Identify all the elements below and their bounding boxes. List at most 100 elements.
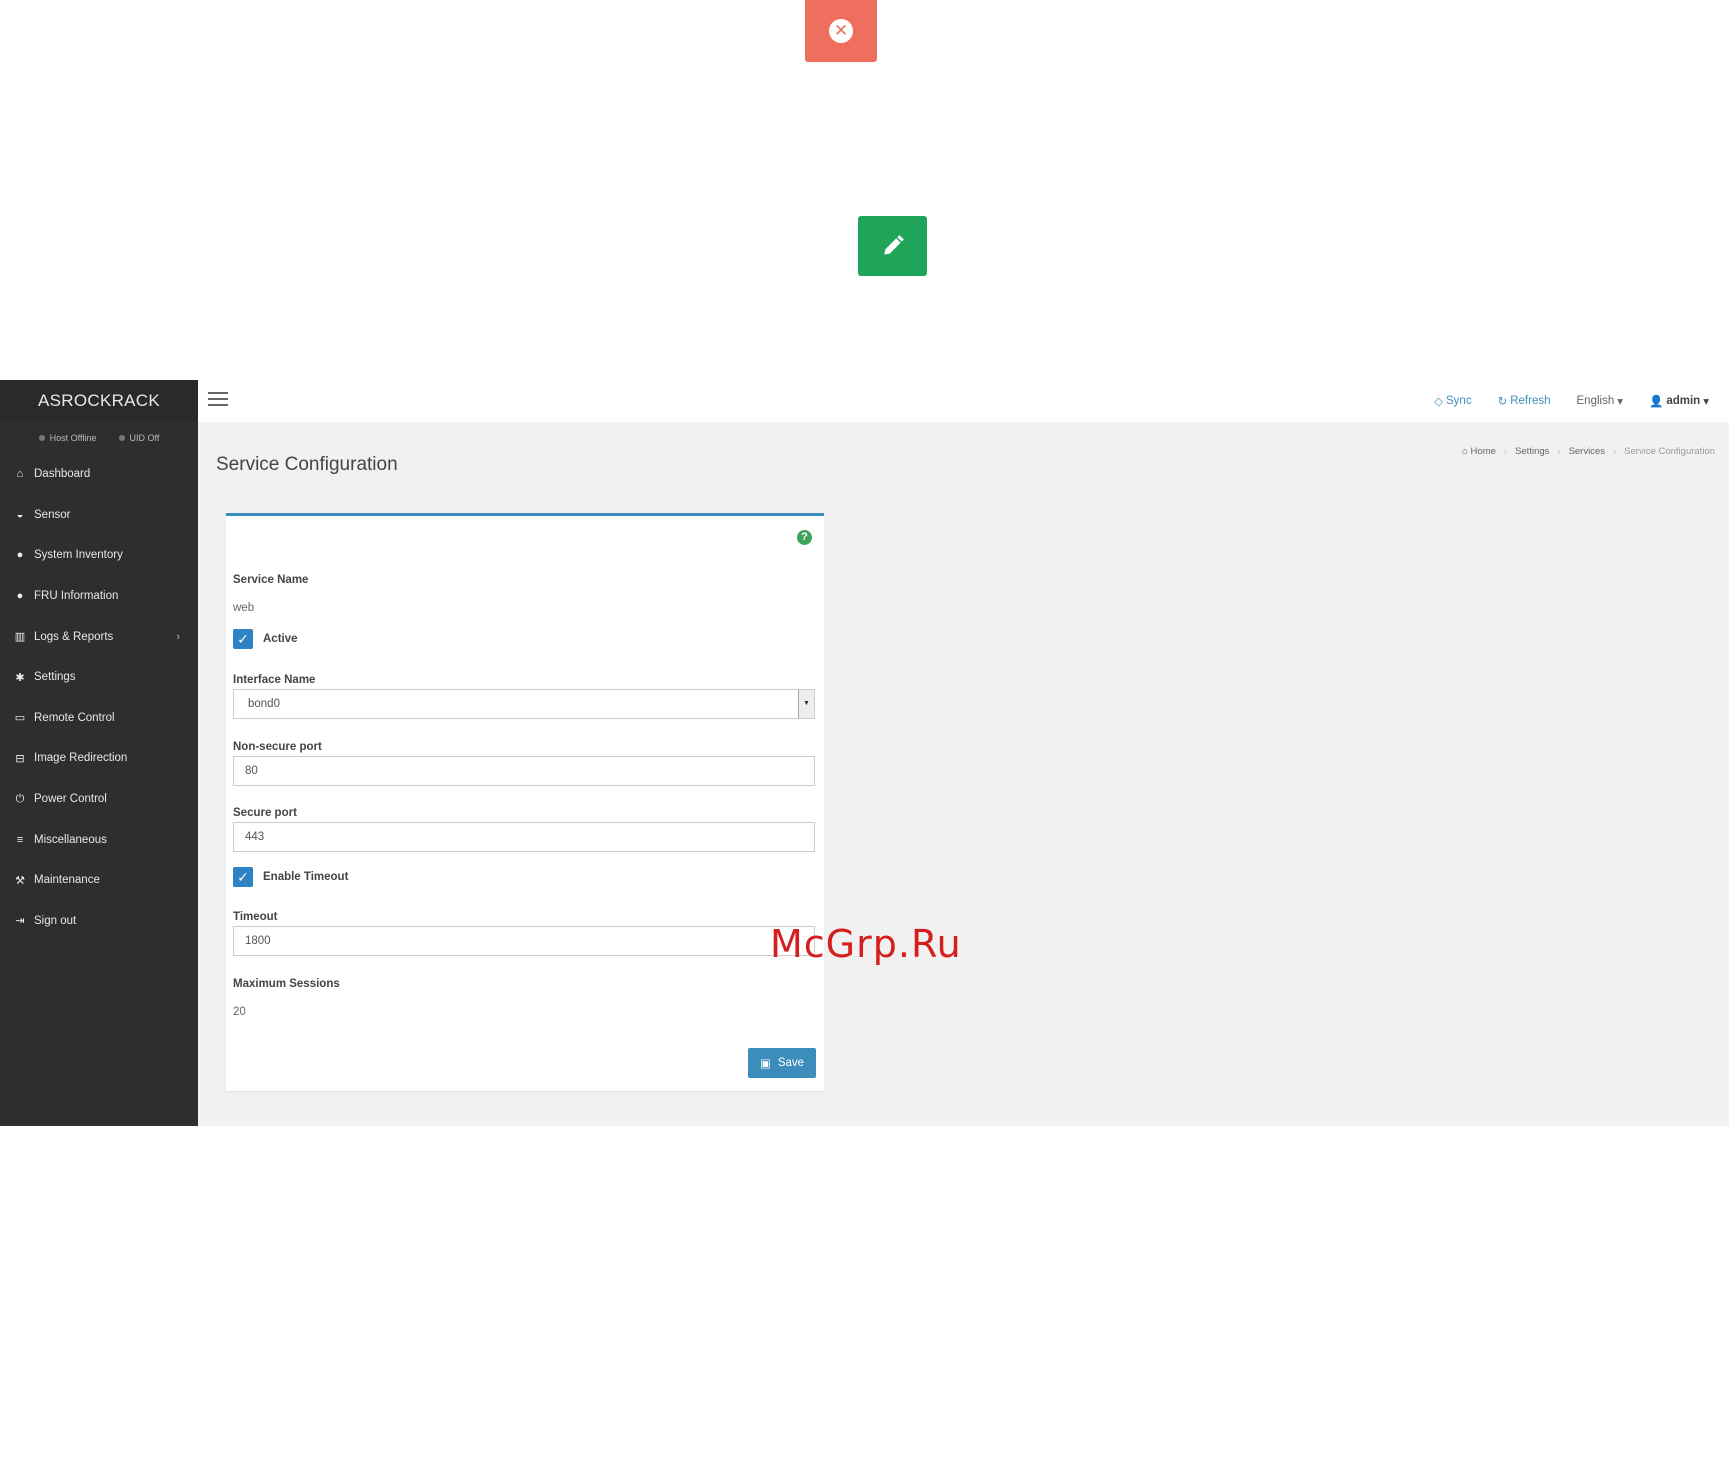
nonsecure-port-label: Non-secure port	[233, 741, 322, 753]
top-actions: ◇ Sync ↻ Refresh English ▾ 👤 admin ▾	[1434, 380, 1709, 422]
interface-name-value: bond0	[248, 698, 280, 710]
secure-port-input[interactable]: 443	[233, 822, 815, 852]
delete-button[interactable]: ✕	[805, 0, 877, 62]
secure-port-label: Secure port	[233, 807, 297, 819]
sidebar-item-label: Dashboard	[34, 468, 91, 481]
interface-name-select[interactable]: bond0 ▼	[233, 689, 815, 719]
sidebar-item-fru-information[interactable]: ● FRU Information	[0, 576, 198, 617]
bmc-web-ui: ASROCKRACK Host Offline UID Off ⌂ Dashboa…	[0, 380, 1729, 1126]
service-name-value: web	[233, 602, 255, 614]
sidebar-item-sensor[interactable]: ◒ Sensor	[0, 495, 198, 536]
wrench-icon: ⚒	[15, 874, 25, 887]
hamburger-menu-icon[interactable]	[208, 392, 228, 408]
uid-status-label: UID Off	[129, 433, 160, 443]
sidebar-item-remote-control[interactable]: ▭ Remote Control	[0, 698, 198, 739]
sidebar-item-label: System Inventory	[34, 549, 123, 562]
breadcrumb-current: Service Configuration	[1624, 446, 1715, 457]
user-label: admin	[1666, 395, 1701, 407]
pencil-icon	[883, 235, 904, 255]
language-label: English	[1576, 395, 1615, 407]
delete-circle-icon: ✕	[829, 19, 853, 43]
sidebar: ASROCKRACK Host Offline UID Off ⌂ Dashboa…	[0, 380, 198, 1126]
host-status: Host Offline	[38, 433, 97, 443]
active-label: Active	[263, 633, 298, 645]
active-checkbox[interactable]: ✓ Active	[233, 629, 298, 649]
watermark: McGrp.Ru	[770, 922, 962, 966]
max-sessions-value: 20	[233, 1006, 246, 1018]
info-icon: ●	[16, 590, 24, 603]
save-button[interactable]: ▣ Save	[748, 1048, 816, 1078]
sign-out-icon: ⇥	[15, 915, 25, 928]
sidebar-item-maintenance[interactable]: ⚒ Maintenance	[0, 860, 198, 901]
sidebar-item-label: Power Control	[34, 793, 107, 806]
breadcrumb-separator: ›	[1503, 446, 1508, 457]
sidebar-menu: ⌂ Dashboard ◒ Sensor ● System Inventory ● FR…	[0, 454, 198, 941]
language-dropdown[interactable]: English ▾	[1577, 394, 1624, 408]
sync-button[interactable]: ◇ Sync	[1434, 394, 1471, 408]
bar-chart-icon: ▥	[14, 631, 26, 644]
service-config-card: ? Service Name web ✓ Active Interface Na…	[226, 513, 824, 1469]
dropdown-arrow-icon: ▼	[798, 690, 814, 718]
host-status-dot-icon	[38, 435, 45, 441]
timeout-input[interactable]: 1800	[233, 926, 815, 956]
power-icon: ⏻	[15, 792, 25, 805]
breadcrumb-separator: ›	[1557, 446, 1561, 457]
sidebar-item-miscellaneous[interactable]: ≡ Miscellaneous	[0, 819, 198, 860]
sidebar-item-sign-out[interactable]: ⇥ Sign out	[0, 901, 198, 942]
breadcrumb-settings[interactable]: Settings	[1515, 446, 1549, 457]
floppy-disk-icon: ▣	[759, 1058, 771, 1070]
sidebar-item-label: Logs & Reports	[34, 630, 114, 643]
save-label: Save	[777, 1057, 805, 1069]
checkmark-icon: ✓	[233, 867, 253, 887]
refresh-label: Refresh	[1510, 395, 1551, 407]
sidebar-item-power-control[interactable]: ⏻ Power Control	[0, 779, 198, 820]
interface-name-label: Interface Name	[233, 674, 316, 686]
caret-down-icon: ▾	[1703, 396, 1709, 408]
timeout-label: Timeout	[233, 911, 278, 923]
enable-timeout-checkbox[interactable]: ✓ Enable Timeout	[233, 867, 348, 887]
breadcrumb-separator: ›	[1613, 446, 1617, 457]
sync-label: Sync	[1446, 395, 1472, 407]
info-icon: ●	[16, 549, 24, 562]
chevron-right-icon: ›	[176, 630, 180, 643]
host-status-label: Host Offline	[49, 433, 97, 443]
home-icon: ⌂	[16, 468, 24, 481]
sidebar-item-label: FRU Information	[34, 590, 119, 603]
user-icon: 👤	[1649, 396, 1664, 408]
breadcrumb-home[interactable]: ⌂ Home	[1462, 446, 1496, 457]
nonsecure-port-input[interactable]: 80	[233, 756, 815, 786]
sidebar-item-label: Remote Control	[34, 711, 115, 724]
gear-icon: ✱	[15, 671, 25, 684]
sidebar-item-dashboard[interactable]: ⌂ Dashboard	[0, 454, 198, 495]
refresh-button[interactable]: ↻ Refresh	[1498, 394, 1551, 408]
checkmark-icon: ✓	[233, 629, 253, 649]
breadcrumb-services[interactable]: Services	[1569, 446, 1605, 457]
caret-down-icon: ▾	[1617, 396, 1624, 408]
max-sessions-label: Maximum Sessions	[233, 978, 340, 990]
sidebar-item-label: Miscellaneous	[34, 833, 107, 846]
monitor-icon: ▭	[14, 712, 26, 725]
status-row: Host Offline UID Off	[0, 422, 198, 454]
page-title: Service Configuration	[216, 454, 398, 475]
card-body: ? Service Name web ✓ Active Interface Na…	[226, 513, 824, 1091]
service-name-label: Service Name	[233, 574, 309, 586]
uid-status: UID Off	[118, 433, 160, 443]
help-icon[interactable]: ?	[797, 530, 812, 545]
sidebar-item-label: Image Redirection	[34, 752, 128, 765]
sidebar-item-settings[interactable]: ✱ Settings	[0, 657, 198, 698]
top-navbar: ◇ Sync ↻ Refresh English ▾ 👤 admin ▾	[198, 380, 1729, 422]
uid-status-dot-icon	[118, 435, 125, 441]
sidebar-item-label: Sign out	[34, 914, 77, 927]
sync-icon: ◇	[1434, 396, 1444, 408]
sidebar-item-label: Maintenance	[34, 874, 100, 887]
dashboard-icon: ◒	[16, 508, 24, 521]
sidebar-item-image-redirection[interactable]: ⊟ Image Redirection	[0, 738, 198, 779]
breadcrumb-home-label: Home	[1470, 446, 1496, 457]
brand-logo: ASROCKRACK	[0, 380, 198, 422]
home-icon: ⌂	[1462, 446, 1471, 457]
sidebar-item-system-inventory[interactable]: ● System Inventory	[0, 535, 198, 576]
list-icon: ≡	[16, 833, 24, 846]
edit-button[interactable]	[858, 216, 927, 276]
sidebar-item-logs-reports[interactable]: ▥ Logs & Reports ›	[0, 616, 198, 657]
user-menu[interactable]: 👤 admin ▾	[1649, 394, 1709, 408]
